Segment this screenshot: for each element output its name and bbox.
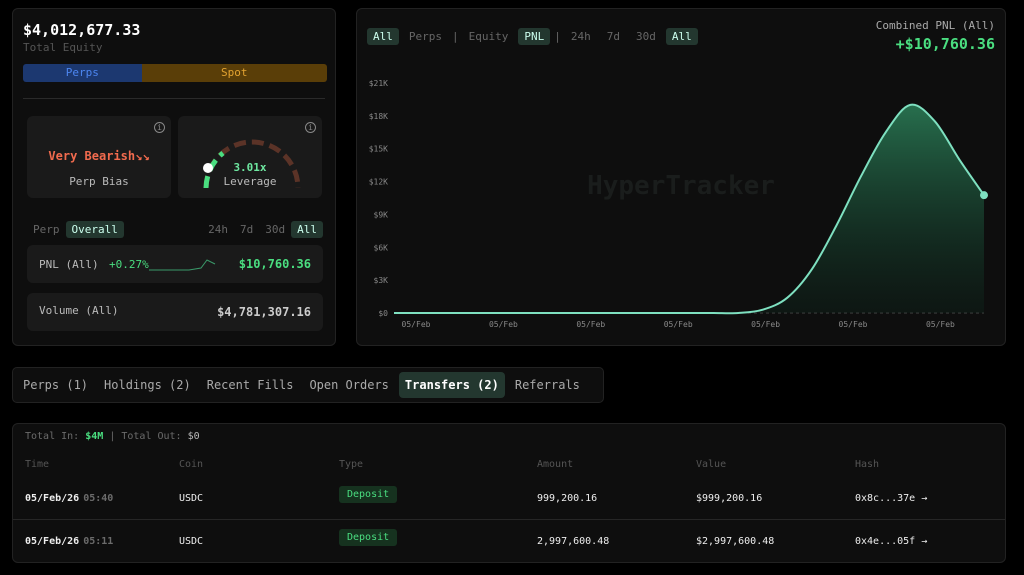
- x-tick-label: 05/Feb: [402, 320, 431, 329]
- column-header-value: Value: [696, 459, 727, 470]
- total-in-value: $4M: [85, 431, 104, 442]
- summary-panel: $4,012,677.33 Total Equity Perps Spot i …: [12, 8, 336, 346]
- bias-text: Very Bearish: [48, 149, 136, 163]
- table-cell: $2,997,600.48: [696, 536, 774, 547]
- x-tick-label: 05/Feb: [926, 320, 955, 329]
- cell-amount: 2,997,600.48: [537, 536, 610, 547]
- pnl-pct: +0.27%: [109, 258, 149, 271]
- tf-all[interactable]: All: [291, 221, 323, 238]
- tf-24h[interactable]: 24h: [202, 221, 234, 238]
- cell-value: $2,997,600.48: [696, 536, 775, 547]
- table-cell: Deposit: [339, 486, 398, 503]
- table-cell: Deposit: [339, 529, 398, 546]
- table-cell: 05/Feb/26 05:40: [25, 493, 113, 504]
- column-header-hash: Hash: [855, 459, 880, 470]
- x-tick-label: 05/Feb: [576, 320, 605, 329]
- divider: [23, 98, 325, 99]
- trend-down-icon: ↘↘: [135, 149, 150, 163]
- cell-time: 05:11: [83, 536, 114, 547]
- perps-spot-bar: Perps Spot: [23, 64, 327, 82]
- bias-value: Very Bearish↘↘: [27, 149, 171, 163]
- total-equity-label: Total Equity: [23, 41, 103, 54]
- x-tick-label: 05/Feb: [664, 320, 693, 329]
- transfer-totals: Total In: $4M | Total Out: $0: [25, 431, 200, 442]
- pnl-filters: Perp Overall 24h 7d 30d All: [27, 221, 323, 238]
- column-header-amount: Amount: [537, 459, 574, 470]
- cell-coin: USDC: [179, 536, 204, 547]
- cell-amount: 999,200.16: [537, 493, 598, 504]
- x-tick-label: 05/Feb: [839, 320, 868, 329]
- leverage-card: i 3.01x Leverage: [178, 116, 322, 198]
- external-link-icon[interactable]: →: [915, 493, 927, 504]
- tf-30d[interactable]: 30d: [259, 221, 291, 238]
- cell-coin: USDC: [179, 493, 204, 504]
- pnl-sparkline: [149, 259, 216, 271]
- row-divider: [13, 519, 1005, 520]
- y-tick-label: $9K: [374, 210, 389, 219]
- cell-type: Deposit: [339, 529, 398, 546]
- x-tick-label: 05/Feb: [489, 320, 518, 329]
- total-equity: $4,012,677.33: [23, 21, 141, 39]
- table-cell: USDC: [179, 493, 203, 504]
- cell-value: $999,200.16: [696, 493, 763, 504]
- total-in-label: Total In:: [25, 431, 80, 442]
- tf-7d[interactable]: 7d: [234, 221, 259, 238]
- tab-transfers[interactable]: Transfers (2): [398, 372, 505, 398]
- pnl-chart: HyperTracker $0 $3K $6K $9K $12K $15K $18K $21K…: [369, 79, 988, 329]
- y-tick-label: $12K: [369, 178, 388, 187]
- table-cell: 0x8c...37e →: [855, 493, 927, 504]
- y-tick-label: $15K: [369, 145, 388, 154]
- column-header-coin: Coin: [179, 459, 204, 470]
- watermark-logo: HyperTracker: [587, 171, 775, 201]
- table-cell: $999,200.16: [696, 493, 762, 504]
- tab-bar: Perps (1) Holdings (2) Recent Fills Open Or…: [12, 367, 604, 403]
- total-out-value: $0: [187, 431, 200, 442]
- pnl-row: PNL (All) +0.27% $10,760.36: [27, 245, 323, 283]
- cell-type: Deposit: [339, 486, 398, 503]
- volume-label: Volume (All): [39, 304, 119, 317]
- y-tick-label: $18K: [369, 112, 388, 121]
- table-cell: USDC: [179, 536, 203, 547]
- column-header-time: Time: [25, 459, 50, 470]
- cell-date: 05/Feb/26: [25, 493, 80, 504]
- table-cell: 2,997,600.48: [537, 536, 609, 547]
- tab-recent[interactable]: Recent Fills: [201, 372, 300, 398]
- y-tick-label: $21K: [369, 79, 388, 88]
- volume-value: $4,781,307.16: [217, 305, 311, 319]
- cell-time: 05:40: [83, 493, 114, 504]
- perps-segment[interactable]: Perps: [23, 64, 142, 82]
- table-cell: 0x4e...05f →: [855, 536, 927, 547]
- bias-label: Perp Bias: [69, 175, 129, 188]
- external-link-icon[interactable]: →: [915, 536, 927, 547]
- y-tick-label: $3K: [374, 276, 389, 285]
- table-cell: 999,200.16: [537, 493, 597, 504]
- tab-referrals[interactable]: Referrals: [509, 372, 586, 398]
- pnl-chart-panel: All Perps | Equity PNL | 24h 7d 30d All Combined …: [356, 8, 1006, 346]
- y-tick-label: $0: [378, 309, 388, 318]
- y-tick-label: $6K: [374, 243, 389, 252]
- last-point-marker: [980, 191, 988, 200]
- tab-holdings[interactable]: Holdings (2): [98, 372, 197, 398]
- x-tick-label: 05/Feb: [751, 320, 780, 329]
- tab-perps[interactable]: Perps (1): [17, 372, 94, 398]
- table-cell: 05/Feb/26 05:11: [25, 536, 113, 547]
- cell-hash[interactable]: 0x8c...37e: [855, 493, 915, 504]
- transfers-panel: Total In: $4M | Total Out: $0 Time Coin Ty…: [12, 423, 1006, 563]
- perp-bias-card: i Very Bearish↘↘ Perp Bias: [27, 116, 171, 198]
- spot-segment[interactable]: Spot: [141, 64, 327, 82]
- cell-date: 05/Feb/26: [25, 536, 80, 547]
- column-header-type: Type: [339, 459, 364, 470]
- total-out-label: Total Out:: [121, 431, 182, 442]
- pnl-value: $10,760.36: [238, 257, 311, 271]
- tab-open[interactable]: Open Orders: [303, 372, 394, 398]
- volume-row: Volume (All) $4,781,307.16: [27, 293, 323, 331]
- scope-overall[interactable]: Overall: [65, 221, 124, 238]
- scope-perp[interactable]: Perp: [27, 221, 66, 238]
- leverage-value: 3.01x: [233, 161, 267, 174]
- leverage-label: Leverage: [223, 175, 277, 188]
- pnl-label: PNL (All): [39, 258, 99, 271]
- pnl-area: [394, 104, 984, 314]
- info-icon[interactable]: i: [154, 122, 165, 133]
- cell-hash[interactable]: 0x4e...05f: [855, 536, 915, 547]
